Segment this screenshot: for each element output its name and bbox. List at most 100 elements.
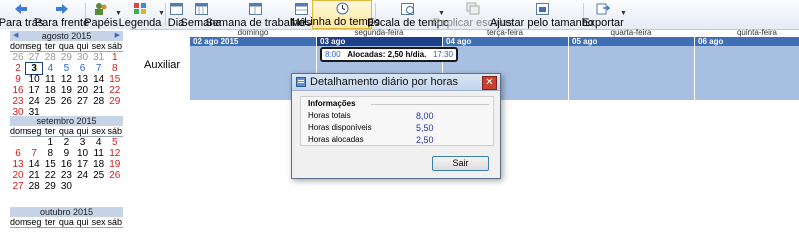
date-header-selected[interactable]: 03 ago	[316, 37, 442, 46]
day-cell[interactable]: 1	[107, 52, 123, 63]
day-cell[interactable]: 28	[26, 181, 42, 192]
day-cell[interactable]: 4	[91, 137, 107, 148]
day-cell[interactable]: 29	[58, 52, 74, 63]
day-cell[interactable]: 9	[10, 74, 26, 85]
day-cell[interactable]: 17	[26, 85, 42, 96]
day-cell[interactable]: 26	[58, 96, 74, 107]
day-cell[interactable]: 28	[91, 96, 107, 107]
day-cell[interactable]: 14	[26, 159, 42, 170]
day-cell[interactable]: 8	[107, 63, 123, 74]
day-cell[interactable]: 20	[75, 85, 91, 96]
exit-button[interactable]: Sair	[432, 156, 489, 171]
day-cell[interactable]: 24	[75, 170, 91, 181]
day-cell[interactable]: 25	[42, 96, 58, 107]
day-cell[interactable]: 26	[10, 52, 26, 63]
day-cell[interactable]: 15	[42, 159, 58, 170]
day-cell[interactable]: 2	[10, 63, 26, 74]
day-cell[interactable]: 30	[75, 52, 91, 63]
back-button[interactable]: Para trás	[0, 0, 43, 29]
day-cell[interactable]: 10	[26, 74, 42, 85]
appointment[interactable]: 8:00 Alocadas: 2,50 h/dia. 17:30	[320, 47, 458, 62]
day-cell[interactable]: 15	[107, 74, 123, 85]
day-cell[interactable]: 7	[91, 63, 107, 74]
day-cell[interactable]: 7	[26, 148, 42, 159]
time-scale-dropdown-icon[interactable]: ▼	[438, 10, 445, 17]
day-cell[interactable]: 26	[107, 170, 123, 181]
day-cell[interactable]: 21	[26, 170, 42, 181]
day-cell[interactable]: 12	[58, 74, 74, 85]
day-cell[interactable]: 27	[75, 96, 91, 107]
day-cell[interactable]: 18	[91, 159, 107, 170]
day-cell[interactable]: 23	[58, 170, 74, 181]
day-cell[interactable]: 25	[91, 170, 107, 181]
previous-month-icon[interactable]: ◀	[13, 31, 18, 41]
calendar-workweek-icon	[248, 1, 262, 16]
date-navigator: ◀ agosto 2015 ▶ dom seg ter qua qui sex …	[0, 29, 130, 229]
dialog-titlebar[interactable]: Detalhamento diário por horas ✕	[292, 74, 500, 91]
day-cell[interactable]: 9	[58, 148, 74, 159]
day-cell[interactable]: 14	[91, 74, 107, 85]
day-cell[interactable]: 28	[42, 52, 58, 63]
date-header[interactable]: 02 ago 2015	[189, 37, 316, 46]
weekday-header: dom seg ter qua qui sex sáb	[10, 217, 123, 228]
day-cell[interactable]: 27	[10, 181, 26, 192]
day-cell[interactable]: 4	[42, 63, 58, 74]
date-header[interactable]: 05 ago	[568, 37, 694, 46]
timeline-view-button[interactable]: Linha do tempo	[304, 0, 380, 29]
fit-size-button[interactable]: Ajustar pelo tamanho	[490, 0, 594, 29]
forward-button[interactable]: Para frente	[35, 0, 89, 29]
day-cell[interactable]: 11	[42, 74, 58, 85]
day-cell[interactable]: 16	[10, 85, 26, 96]
legend-button[interactable]: Legenda	[119, 0, 161, 29]
day-cell[interactable]: 31	[91, 52, 107, 63]
date-header[interactable]: 06 ago	[694, 37, 799, 46]
day-cell[interactable]: 19	[58, 85, 74, 96]
day-cell[interactable]: 18	[42, 85, 58, 96]
day-cell[interactable]: 21	[91, 85, 107, 96]
day-cell[interactable]: 10	[75, 148, 91, 159]
papers-dropdown-icon[interactable]: ▼	[115, 10, 122, 17]
legend-dropdown-icon[interactable]: ▼	[158, 10, 165, 17]
day-cell[interactable]: 6	[10, 148, 26, 159]
month-grid-september: dom seg ter qua qui sex sáb 1 2 3 4 5 6 …	[10, 126, 123, 192]
week-row: 6 7 8 9 10 11 12	[10, 148, 123, 159]
day-cell[interactable]: 11	[91, 148, 107, 159]
day-cell[interactable]: 8	[42, 148, 58, 159]
day-cell[interactable]: 19	[107, 159, 123, 170]
day-cell[interactable]: 22	[107, 85, 123, 96]
export-dropdown-icon[interactable]: ▼	[620, 10, 627, 17]
day-cell[interactable]: 24	[26, 96, 42, 107]
day-cell[interactable]: 23	[10, 96, 26, 107]
day-cell[interactable]: 13	[75, 74, 91, 85]
day-cell[interactable]: 29	[42, 181, 58, 192]
date-header[interactable]: 04 ago	[442, 37, 568, 46]
export-button[interactable]: Exportar	[582, 0, 624, 29]
work-week-view-button[interactable]: Semana de trabalho	[205, 0, 305, 29]
papers-button[interactable]: Papéis	[84, 0, 118, 29]
day-cell[interactable]: 22	[42, 170, 58, 181]
day-cell[interactable]: 16	[58, 159, 74, 170]
day-cell-area[interactable]	[568, 46, 695, 100]
day-cell[interactable]: 12	[107, 148, 123, 159]
day-cell-selected[interactable]: 3	[25, 62, 44, 75]
legend-icon	[133, 1, 147, 16]
day-cell-area[interactable]	[694, 46, 799, 100]
day-cell[interactable]: 1	[42, 137, 58, 148]
close-icon[interactable]: ✕	[482, 76, 497, 90]
day-cell[interactable]: 27	[26, 52, 42, 63]
group-divider	[371, 104, 489, 106]
fit-icon	[535, 1, 549, 16]
day-cell[interactable]: 3	[75, 137, 91, 148]
day-cell[interactable]: 6	[75, 63, 91, 74]
day-cell[interactable]: 29	[107, 96, 123, 107]
day-cell[interactable]: 2	[58, 137, 74, 148]
time-scale-button[interactable]: Escala de tempo	[367, 0, 449, 29]
day-cell[interactable]: 20	[10, 170, 26, 181]
day-cell[interactable]: 5	[107, 137, 123, 148]
dialog-title: Detalhamento diário por horas	[310, 76, 458, 88]
day-cell[interactable]: 30	[58, 181, 74, 192]
day-cell[interactable]: 5	[58, 63, 74, 74]
day-cell[interactable]: 17	[75, 159, 91, 170]
next-month-icon[interactable]: ▶	[115, 31, 120, 41]
day-cell[interactable]: 13	[10, 159, 26, 170]
